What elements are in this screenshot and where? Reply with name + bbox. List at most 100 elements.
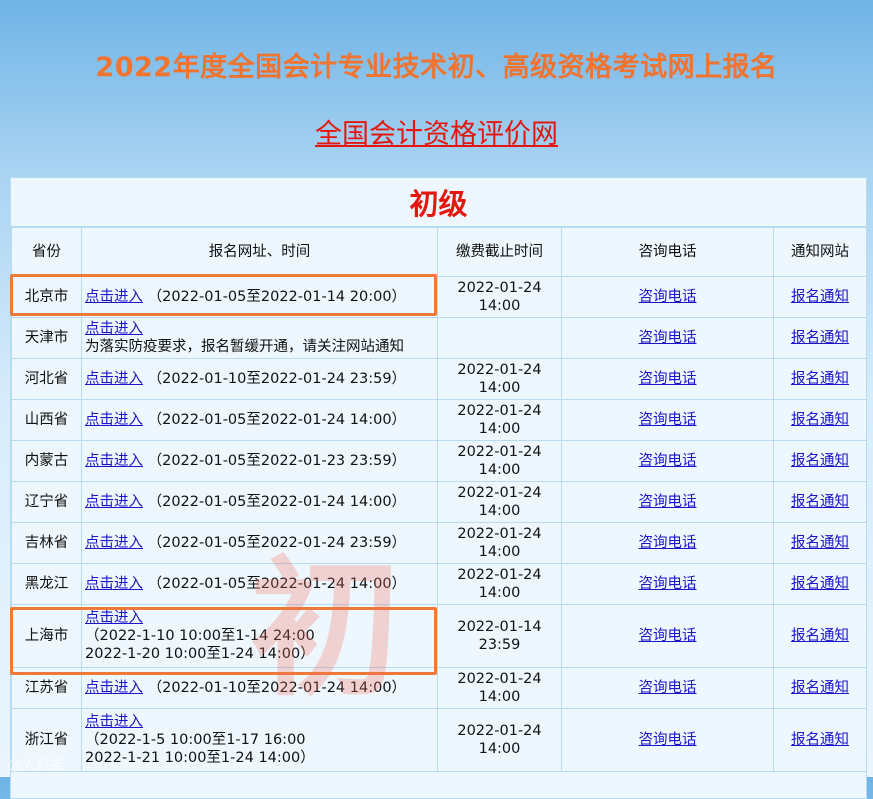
enter-link[interactable]: 点击进入 <box>85 680 143 696</box>
province-cell: 辽宁省 <box>11 481 82 523</box>
registration-period: （2022-01-05至2022-01-23 23:59） <box>147 453 407 469</box>
province-cell: 北京市 <box>11 276 82 318</box>
section-title: 初级 <box>11 178 866 227</box>
notice-cell: 报名通知 <box>773 317 867 359</box>
deadline-time: 14:00 <box>478 462 521 478</box>
table-row: 黑龙江 点击进入 （2022-01-05至2022-01-24 14:00） 2… <box>11 563 867 605</box>
phone-link[interactable]: 咨询电话 <box>639 494 697 510</box>
notice-link[interactable]: 报名通知 <box>791 680 849 696</box>
deadline-time: 14:00 <box>478 689 521 705</box>
notice-cell: 报名通知 <box>773 481 867 523</box>
phone-link[interactable]: 咨询电话 <box>639 453 697 469</box>
deadline-time: 23:59 <box>478 637 521 653</box>
registration-period: （2022-01-05至2022-01-24 23:59） <box>147 535 407 551</box>
registration-cell: 点击进入 （2022-01-05至2022-01-24 14:00） <box>81 399 438 441</box>
corner-watermark: @大数据 <box>8 757 64 773</box>
deadline-date: 2022-01-24 <box>457 723 542 739</box>
registration-period: （2022-01-05至2022-01-24 14:00） <box>147 494 407 510</box>
table-row: 天津市 点击进入 为落实防疫要求，报名暂缓开通，请关注网站通知 咨询电话 报名通知 <box>11 317 867 359</box>
phone-cell: 咨询电话 <box>561 563 774 605</box>
page-title: 2022年度全国会计专业技术初、高级资格考试网上报名 <box>95 52 778 83</box>
deadline-time: 14:00 <box>478 421 521 437</box>
registration-cell: 点击进入为落实防疫要求，报名暂缓开通，请关注网站通知 <box>81 317 438 359</box>
enter-link[interactable]: 点击进入 <box>85 714 143 730</box>
deadline-time: 14:00 <box>478 298 521 314</box>
site-link[interactable]: 全国会计资格评价网 <box>0 112 873 151</box>
enter-link[interactable]: 点击进入 <box>85 412 143 428</box>
phone-link[interactable]: 咨询电话 <box>639 680 697 696</box>
notice-cell: 报名通知 <box>773 667 867 709</box>
registration-cell: 点击进入 （2022-01-05至2022-01-24 14:00） <box>81 563 438 605</box>
deadline-cell: 2022-01-24 14:00 <box>437 522 562 564</box>
notice-link[interactable]: 报名通知 <box>791 628 849 644</box>
deadline-cell: 2022-01-24 14:00 <box>437 440 562 482</box>
phone-link[interactable]: 咨询电话 <box>639 628 697 644</box>
enter-link[interactable]: 点击进入 <box>85 321 143 337</box>
deadline-time: 14:00 <box>478 741 521 757</box>
registration-table: 省份 报名网址、时间 缴费截止时间 咨询电话 通知网站 北京市 点击进入 （20… <box>11 227 867 772</box>
deadline-cell: 2022-01-14 23:59 <box>437 604 562 668</box>
registration-period: （2022-01-10至2022-01-24 14:00） <box>147 680 407 696</box>
enter-link[interactable]: 点击进入 <box>85 494 143 510</box>
deadline-date: 2022-01-24 <box>457 403 542 419</box>
notice-link[interactable]: 报名通知 <box>791 732 849 748</box>
deadline-cell <box>437 317 562 359</box>
registration-cell: 点击进入 （2022-01-05至2022-01-24 23:59） <box>81 522 438 564</box>
enter-link[interactable]: 点击进入 <box>85 535 143 551</box>
phone-cell: 咨询电话 <box>561 481 774 523</box>
notice-link[interactable]: 报名通知 <box>791 412 849 428</box>
deadline-date: 2022-01-24 <box>457 280 542 296</box>
notice-cell: 报名通知 <box>773 604 867 668</box>
deadline-date: 2022-01-24 <box>457 444 542 460</box>
phone-link[interactable]: 咨询电话 <box>639 371 697 387</box>
notice-link[interactable]: 报名通知 <box>791 330 849 346</box>
province-cell: 黑龙江 <box>11 563 82 605</box>
col-header-deadline: 缴费截止时间 <box>437 227 562 277</box>
phone-link[interactable]: 咨询电话 <box>639 576 697 592</box>
col-header-registration: 报名网址、时间 <box>81 227 438 277</box>
deadline-cell: 2022-01-24 14:00 <box>437 667 562 709</box>
registration-period-1: （2022-1-5 10:00至1-17 16:00 <box>85 732 306 748</box>
col-header-province: 省份 <box>11 227 82 277</box>
deadline-date: 2022-01-24 <box>457 485 542 501</box>
table-row: 内蒙古 点击进入 （2022-01-05至2022-01-23 23:59） 2… <box>11 440 867 482</box>
phone-link[interactable]: 咨询电话 <box>639 412 697 428</box>
deadline-time: 14:00 <box>478 585 521 601</box>
notice-link[interactable]: 报名通知 <box>791 576 849 592</box>
phone-link[interactable]: 咨询电话 <box>639 330 697 346</box>
notice-link[interactable]: 报名通知 <box>791 289 849 305</box>
notice-link[interactable]: 报名通知 <box>791 535 849 551</box>
registration-period: （2022-01-10至2022-01-24 23:59） <box>147 371 407 387</box>
province-cell: 河北省 <box>11 358 82 400</box>
table-row: 浙江省 点击进入 （2022-1-5 10:00至1-17 16:00 2022-1… <box>11 708 867 772</box>
registration-cell: 点击进入 （2022-1-5 10:00至1-17 16:00 2022-1-21 … <box>81 708 438 772</box>
phone-link[interactable]: 咨询电话 <box>639 289 697 305</box>
province-cell: 内蒙古 <box>11 440 82 482</box>
notice-link[interactable]: 报名通知 <box>791 371 849 387</box>
deadline-date: 2022-01-14 <box>457 619 542 635</box>
registration-period-2: 2022-1-20 10:00至1-24 14:00） <box>85 646 315 662</box>
registration-period: （2022-01-05至2022-01-24 14:00） <box>147 576 407 592</box>
registration-cell: 点击进入 （2022-01-05至2022-01-24 14:00） <box>81 481 438 523</box>
enter-link[interactable]: 点击进入 <box>85 453 143 469</box>
phone-link[interactable]: 咨询电话 <box>639 535 697 551</box>
enter-link[interactable]: 点击进入 <box>85 576 143 592</box>
deadline-date: 2022-01-24 <box>457 567 542 583</box>
province-cell: 山西省 <box>11 399 82 441</box>
registration-cell: 点击进入 （2022-01-05至2022-01-14 20:00） <box>81 276 438 318</box>
registration-note: 为落实防疫要求，报名暂缓开通，请关注网站通知 <box>85 339 404 355</box>
deadline-cell: 2022-01-24 14:00 <box>437 399 562 441</box>
deadline-cell: 2022-01-24 14:00 <box>437 708 562 772</box>
registration-period: （2022-01-05至2022-01-14 20:00） <box>147 289 407 305</box>
col-header-phone: 咨询电话 <box>561 227 774 277</box>
enter-link[interactable]: 点击进入 <box>85 610 143 626</box>
registration-period-2: 2022-1-21 10:00至1-24 14:00） <box>85 750 315 766</box>
deadline-cell: 2022-01-24 14:00 <box>437 358 562 400</box>
phone-cell: 咨询电话 <box>561 317 774 359</box>
notice-link[interactable]: 报名通知 <box>791 494 849 510</box>
phone-link[interactable]: 咨询电话 <box>639 732 697 748</box>
table-row: 北京市 点击进入 （2022-01-05至2022-01-14 20:00） 2… <box>11 276 867 318</box>
enter-link[interactable]: 点击进入 <box>85 289 143 305</box>
enter-link[interactable]: 点击进入 <box>85 371 143 387</box>
notice-link[interactable]: 报名通知 <box>791 453 849 469</box>
